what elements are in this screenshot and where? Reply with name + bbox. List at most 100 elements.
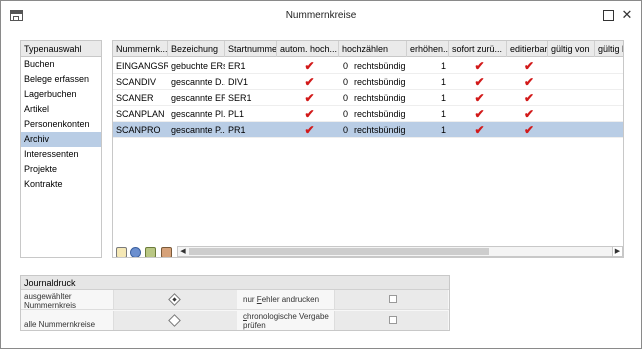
radio-selected-range[interactable] [168, 293, 181, 306]
cell-hoch-number: 0 [342, 109, 348, 119]
cell-editierbar[interactable]: ✔ [507, 90, 548, 106]
type-selection-header: Typenauswahl [21, 41, 101, 57]
checkmark-icon: ✔ [304, 91, 315, 105]
cell-sofort[interactable]: ✔ [449, 74, 507, 90]
maximize-icon[interactable] [600, 7, 616, 23]
col-header-erhoehen[interactable]: erhöhen... [407, 41, 449, 57]
checkmark-icon: ✔ [523, 107, 535, 121]
cell-startnummer: SER1 [228, 93, 252, 103]
type-item-projekte[interactable]: Projekte [21, 162, 101, 177]
col-header-sofort[interactable]: sofort zurü... [449, 41, 507, 57]
table-row[interactable]: EINGANGSRG gebuchte ERs ER1 ✔ 0 rechtsbü… [113, 58, 623, 74]
col-header-hochzaehlen[interactable]: hochzählen [339, 41, 407, 57]
checkmark-icon: ✔ [523, 59, 535, 73]
type-item-archiv[interactable]: Archiv [21, 132, 101, 147]
col-header-autom-hoch[interactable]: autom. hoch... [277, 41, 339, 57]
table-row-selected[interactable]: SCANPRO gescannte P... PR1 ✔ 0 rechtsbün… [113, 122, 623, 138]
cell-hoch-text: rechtsbündig [354, 61, 406, 71]
cell-editierbar[interactable]: ✔ [507, 122, 548, 138]
col-header-gueltig-von[interactable]: gültig von [548, 41, 595, 57]
chronological-label: chronologische Vergabe prüfen [243, 312, 333, 330]
window-title: Nummernkreise [285, 10, 357, 21]
col-header-gueltig-bis[interactable]: gültig b [595, 41, 623, 57]
cell-autom-hoch[interactable]: ✔ [277, 122, 339, 138]
col-header-editierbar[interactable]: editierbar [507, 41, 548, 57]
cell-editierbar[interactable]: ✔ [507, 74, 548, 90]
type-item-belege-erfassen[interactable]: Belege erfassen [21, 72, 101, 87]
type-item-artikel[interactable]: Artikel [21, 102, 101, 117]
type-item-buchen[interactable]: Buchen [21, 57, 101, 72]
horizontal-scrollbar[interactable]: ◀ ▶ [177, 246, 623, 257]
checkmark-icon: ✔ [523, 91, 535, 105]
checkbox-chronological[interactable] [389, 316, 397, 324]
col-header-nummernkreis[interactable]: Nummernk... [113, 41, 168, 57]
cell-autom-hoch[interactable]: ✔ [277, 58, 339, 74]
cell-autom-hoch[interactable]: ✔ [277, 106, 339, 122]
option-selected-label: ausgewählter Nummernkreis [24, 292, 112, 310]
cell-editierbar[interactable]: ✔ [507, 58, 548, 74]
scroll-left-icon[interactable]: ◀ [178, 247, 188, 256]
cell-editierbar[interactable]: ✔ [507, 106, 548, 122]
checkbox-errors-only[interactable] [389, 295, 397, 303]
option-selected-label-line1: ausgewählter [24, 292, 72, 301]
cell-bezeichnung: gebuchte ERs [171, 61, 225, 71]
type-item-interessenten[interactable]: Interessenten [21, 147, 101, 162]
grid-toolbar: ◀ ▶ [113, 245, 623, 257]
checkmark-icon: ✔ [474, 59, 485, 73]
option-selected-label-line2: Nummernkreis [24, 301, 77, 310]
cell-sofort[interactable]: ✔ [449, 90, 507, 106]
checkmark-icon: ✔ [304, 59, 315, 73]
checkmark-icon: ✔ [304, 75, 315, 89]
cell-hoch-number: 0 [342, 61, 348, 71]
scroll-right-icon[interactable]: ▶ [612, 247, 622, 256]
table-row[interactable]: SCANPLAN gescannte Pl... PL1 ✔ 0 rechtsb… [113, 106, 623, 122]
errors-only-cell [334, 290, 448, 309]
cell-nummernkreis: SCANDIV [116, 77, 157, 87]
checkmark-icon: ✔ [474, 75, 485, 89]
cell-autom-hoch[interactable]: ✔ [277, 90, 339, 106]
cell-erhoehen: 1 [440, 109, 446, 119]
add-icon[interactable] [145, 247, 156, 257]
checkmark-icon: ✔ [523, 123, 535, 137]
chronological-label-line2: prüfen [243, 321, 266, 330]
new-record-icon[interactable] [116, 247, 127, 257]
journal-row-selected: ausgewählter Nummernkreis nur Fehler and… [21, 290, 449, 310]
database-icon[interactable] [130, 247, 141, 257]
number-ranges-grid: Nummernk... Bezeichung Startnummer autom… [112, 40, 624, 258]
col-header-startnummer[interactable]: Startnummer [225, 41, 277, 57]
nummernkreise-window: Nummernkreise ✕ Typenauswahl Buchen Bele… [0, 0, 642, 349]
cell-startnummer: PR1 [228, 125, 246, 135]
title-bar: Nummernkreise ✕ [1, 1, 641, 29]
chronological-cell [334, 311, 448, 330]
checkmark-icon: ✔ [474, 123, 485, 137]
journal-print-header: Journaldruck [21, 276, 449, 290]
cell-sofort[interactable]: ✔ [449, 106, 507, 122]
type-item-personenkonten[interactable]: Personenkonten [21, 117, 101, 132]
cell-autom-hoch[interactable]: ✔ [277, 74, 339, 90]
close-icon[interactable]: ✕ [619, 7, 635, 23]
cell-nummernkreis: SCANPRO [116, 125, 161, 135]
cell-sofort[interactable]: ✔ [449, 122, 507, 138]
cell-bezeichnung: gescannte D... [171, 77, 225, 87]
checkmark-icon: ✔ [304, 107, 315, 121]
radio-all-ranges[interactable] [168, 314, 181, 327]
grid-header: Nummernk... Bezeichung Startnummer autom… [113, 41, 623, 57]
option-selected-cell [113, 290, 237, 309]
type-items: Buchen Belege erfassen Lagerbuchen Artik… [21, 57, 101, 192]
scrollbar-thumb[interactable] [189, 248, 489, 255]
table-row[interactable]: SCANDIV gescannte D... DIV1 ✔ 0 rechtsbü… [113, 74, 623, 90]
cell-hoch-text: rechtsbündig [354, 125, 406, 135]
type-item-kontrakte[interactable]: Kontrakte [21, 177, 101, 192]
option-all-cell [113, 311, 237, 330]
type-item-lagerbuchen[interactable]: Lagerbuchen [21, 87, 101, 102]
errors-only-label: nur Fehler andrucken [243, 295, 333, 304]
errors-label-prefix: nur [243, 295, 257, 304]
cell-nummernkreis: SCANPLAN [116, 109, 165, 119]
col-header-bezeichnung[interactable]: Bezeichung [168, 41, 225, 57]
journal-row-all: alle Nummernkreise chronologische Vergab… [21, 311, 449, 331]
table-row[interactable]: SCANER gescannte ERs SER1 ✔ 0 rechtsbünd… [113, 90, 623, 106]
cell-sofort[interactable]: ✔ [449, 58, 507, 74]
cell-nummernkreis: EINGANGSRG [116, 61, 168, 71]
edit-icon[interactable] [161, 247, 172, 257]
cell-hoch-number: 0 [342, 93, 348, 103]
